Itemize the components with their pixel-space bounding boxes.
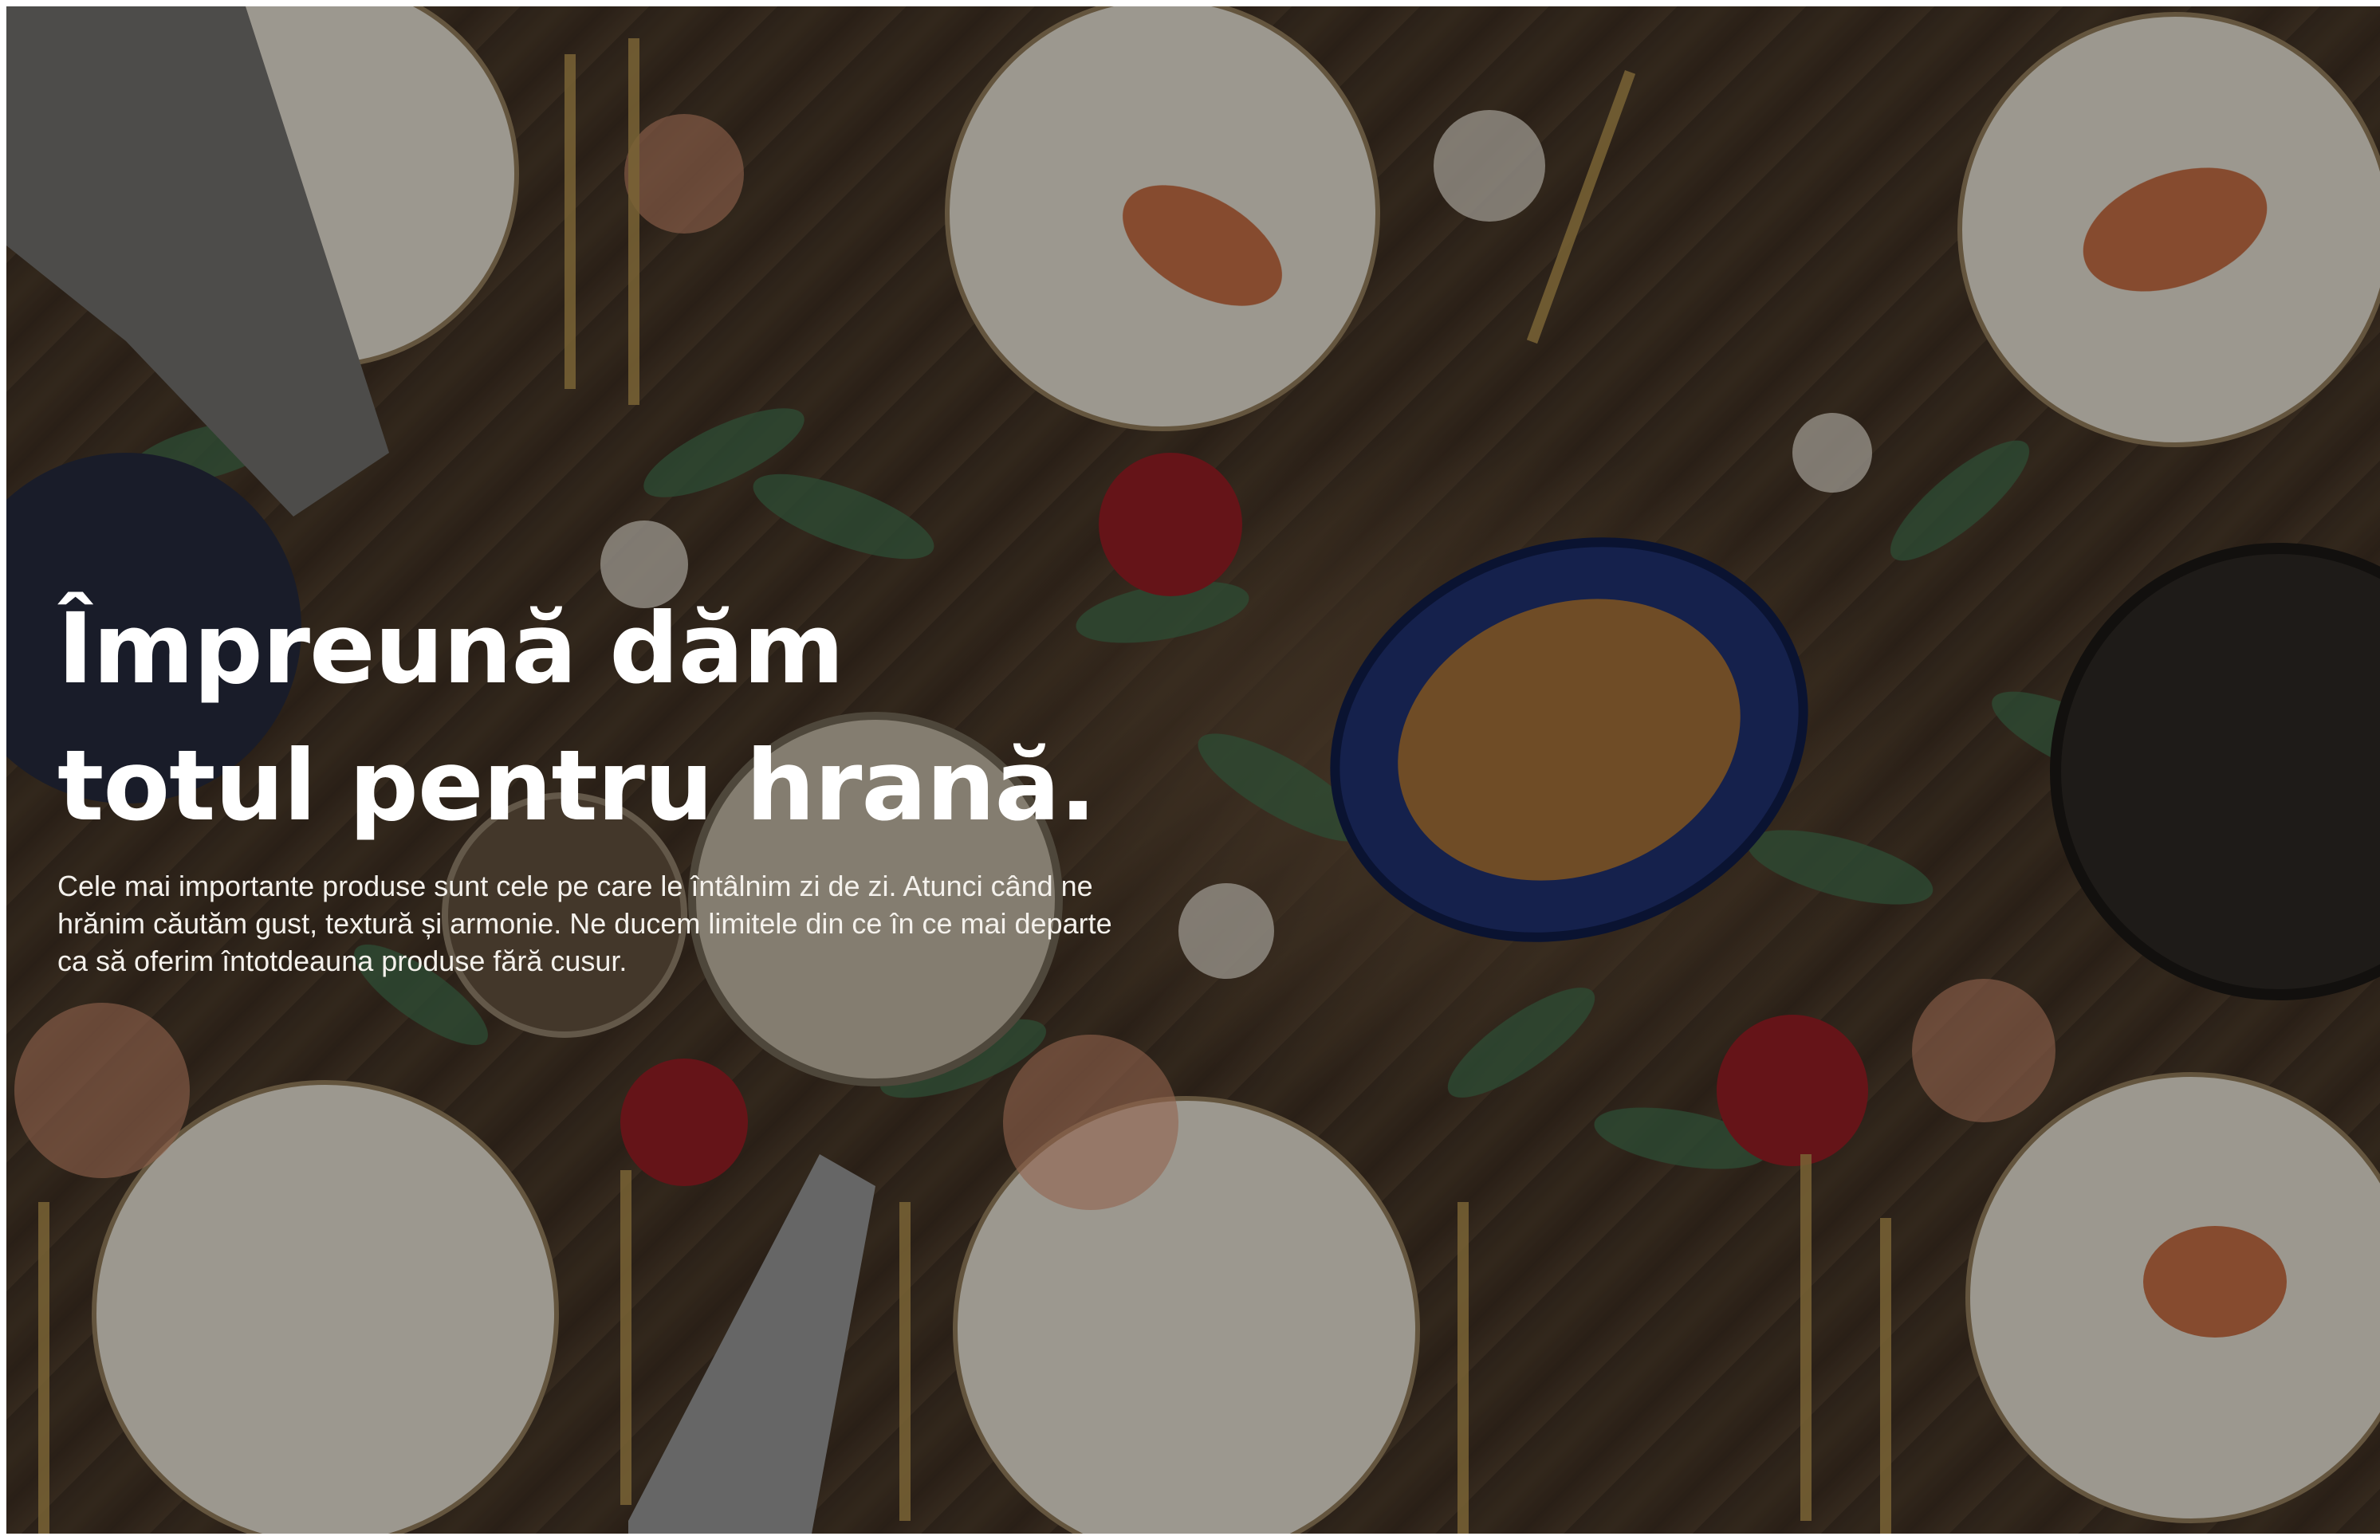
headline-line-1: Împreună dăm [57, 592, 844, 705]
headline-line-2: totul pentru hrană. [57, 729, 1096, 843]
hero-banner: Împreună dăm totul pentru hrană. Cele ma… [6, 6, 2380, 1534]
hero-headline: Împreună dăm totul pentru hrană. [57, 580, 1126, 854]
hero-description: Cele mai importante produse sunt cele pe… [57, 870, 1112, 977]
hero-text-block: Împreună dăm totul pentru hrană. Cele ma… [57, 580, 1126, 980]
